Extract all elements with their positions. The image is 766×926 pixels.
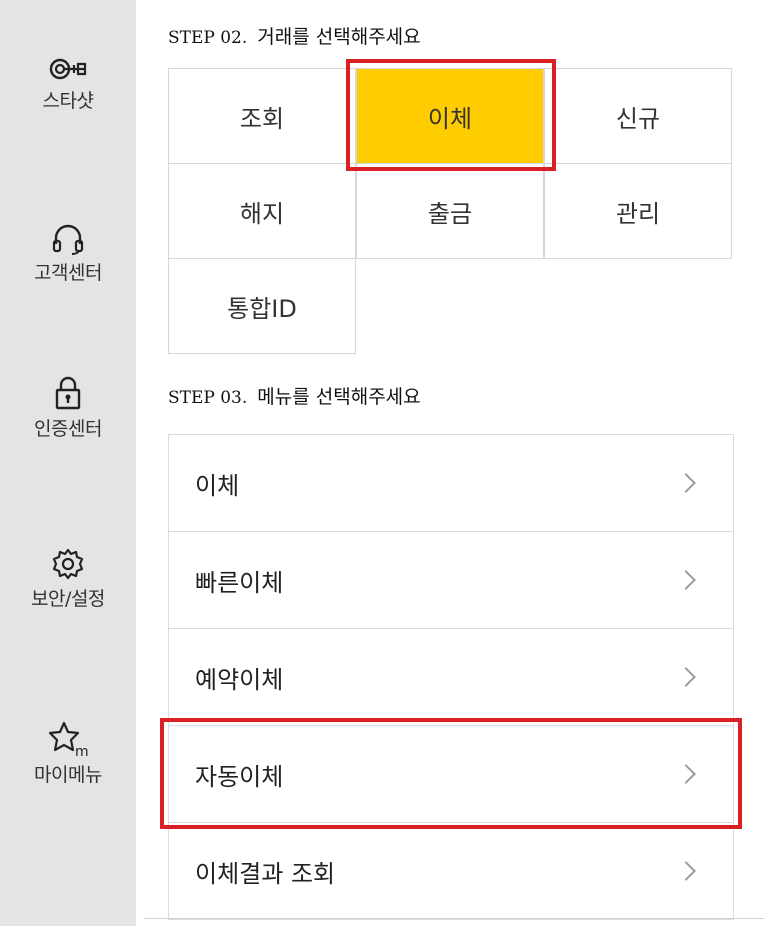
- step2-prefix: STEP 02.: [168, 28, 248, 48]
- gear-icon: [52, 548, 84, 580]
- sidebar-item-customer-center[interactable]: 고객센터: [0, 222, 136, 285]
- sidebar-item-label: 보안/설정: [31, 588, 105, 610]
- menu-item-quick-transfer[interactable]: 빠른이체: [168, 531, 734, 629]
- chevron-right-icon: [676, 570, 696, 590]
- menu-item-auto-transfer[interactable]: 자동이체: [168, 725, 734, 823]
- option-label: 관리: [615, 199, 661, 228]
- option-cancel[interactable]: 해지: [168, 163, 356, 259]
- lock-icon: [55, 376, 81, 410]
- option-integrated-id[interactable]: 통합ID: [168, 258, 356, 354]
- main-content: STEP 02. 거래를 선택해주세요 조회 이체 신규 해지 출금 관리 통합I…: [136, 0, 766, 926]
- option-label: 통합ID: [227, 294, 297, 323]
- option-label: 해지: [239, 199, 285, 228]
- option-transfer[interactable]: 이체: [356, 68, 544, 164]
- option-label: 이체: [427, 104, 473, 133]
- option-inquiry[interactable]: 조회: [168, 68, 356, 164]
- menu-item-transfer-result[interactable]: 이체결과 조회: [168, 822, 734, 920]
- option-label: 조회: [239, 104, 285, 133]
- option-withdraw[interactable]: 출금: [356, 163, 544, 259]
- option-manage[interactable]: 관리: [544, 163, 732, 259]
- sidebar-item-label: 고객센터: [34, 262, 102, 284]
- chevron-right-icon: [676, 764, 696, 784]
- menu-item-label: 자동이체: [195, 762, 284, 791]
- headset-icon: [52, 224, 84, 255]
- option-new[interactable]: 신규: [544, 68, 732, 164]
- sidebar-item-starshot[interactable]: 스타샷: [0, 54, 136, 113]
- sidebar-item-auth-center[interactable]: 인증센터: [0, 374, 136, 441]
- step2-title: 거래를 선택해주세요: [257, 26, 421, 48]
- option-label: 출금: [427, 199, 473, 228]
- star-shot-icon: [49, 58, 87, 80]
- menu-item-label: 빠른이체: [195, 568, 284, 597]
- sidebar: 스타샷 고객센터 인증센터 보안/설정 m 마이메뉴: [0, 0, 136, 926]
- svg-text:m: m: [75, 744, 88, 758]
- menu-item-label: 예약이체: [195, 665, 284, 694]
- step3-title: 메뉴를 선택해주세요: [257, 386, 421, 408]
- menu-item-scheduled-transfer[interactable]: 예약이체: [168, 628, 734, 726]
- sidebar-item-label: 인증센터: [34, 418, 102, 440]
- chevron-right-icon: [676, 667, 696, 687]
- step3-heading: STEP 03. 메뉴를 선택해주세요: [168, 382, 421, 409]
- star-m-icon: m: [48, 721, 88, 758]
- step2-heading: STEP 02. 거래를 선택해주세요: [168, 22, 421, 49]
- sidebar-item-security-settings[interactable]: 보안/설정: [0, 546, 136, 611]
- sidebar-item-my-menu[interactable]: m 마이메뉴: [0, 720, 136, 787]
- sidebar-item-label: 마이메뉴: [34, 764, 102, 786]
- divider: [144, 918, 764, 919]
- option-label: 신규: [615, 104, 661, 133]
- menu-item-transfer[interactable]: 이체: [168, 434, 734, 532]
- chevron-right-icon: [676, 861, 696, 881]
- step3-prefix: STEP 03.: [168, 388, 248, 408]
- sidebar-item-label: 스타샷: [42, 90, 94, 112]
- menu-item-label: 이체: [195, 471, 240, 500]
- chevron-right-icon: [676, 473, 696, 493]
- menu-item-label: 이체결과 조회: [195, 859, 336, 888]
